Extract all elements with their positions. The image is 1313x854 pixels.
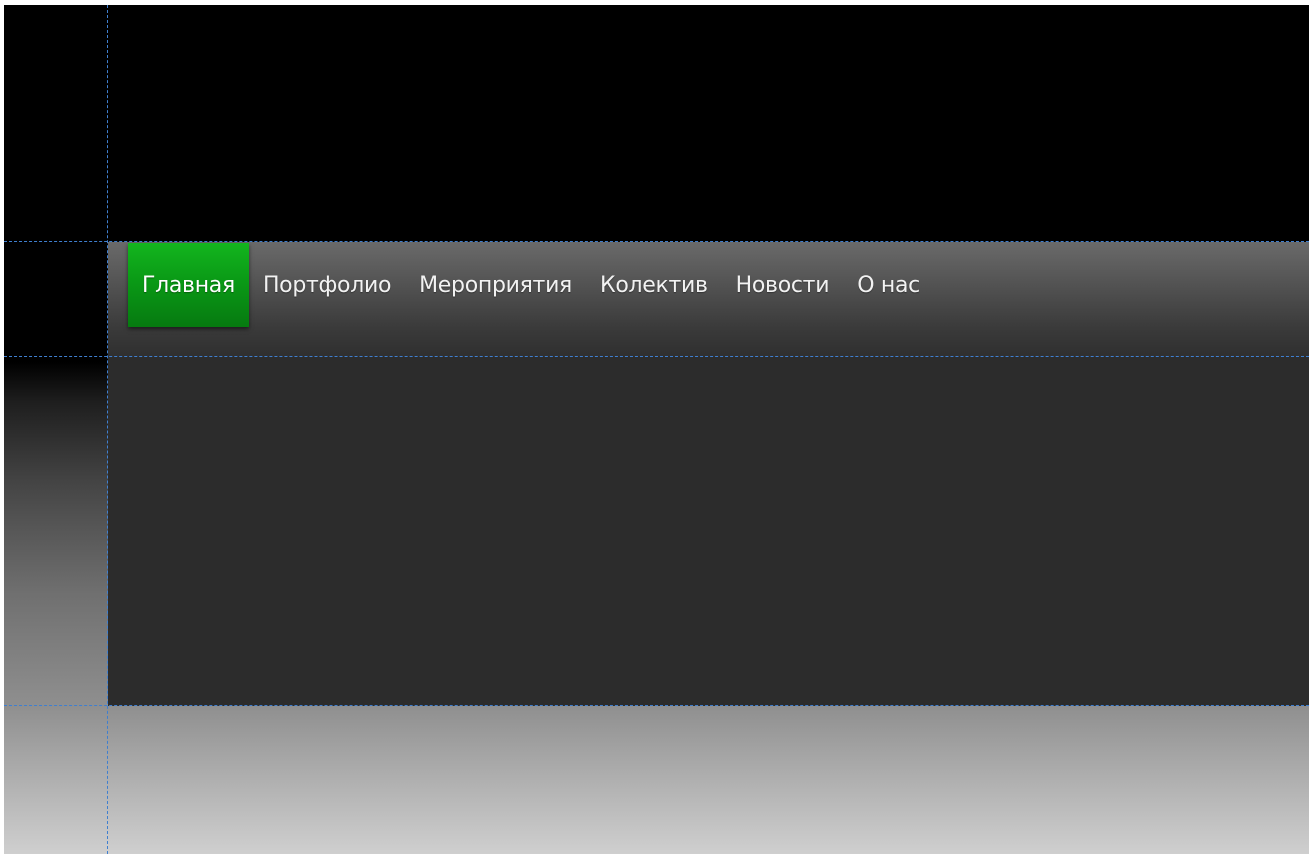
main-menu: Главная Портфолио Мероприятия Колектив Н… bbox=[128, 243, 934, 327]
content-area bbox=[108, 357, 1309, 706]
menu-item-events[interactable]: Мероприятия bbox=[405, 243, 586, 327]
vertical-guide-line bbox=[107, 5, 108, 854]
menu-item-news[interactable]: Новости bbox=[722, 243, 844, 327]
menu-item-about[interactable]: О нас bbox=[843, 243, 934, 327]
left-gradient-strip bbox=[4, 242, 108, 706]
horizontal-guide-line bbox=[4, 705, 1309, 706]
design-canvas: Главная Портфолио Мероприятия Колектив Н… bbox=[4, 5, 1309, 854]
footer-gradient-area bbox=[4, 706, 1309, 854]
menu-item-home[interactable]: Главная bbox=[128, 243, 249, 327]
header-area bbox=[4, 5, 1309, 242]
horizontal-guide-line bbox=[4, 356, 1309, 357]
menu-item-team[interactable]: Колектив bbox=[586, 243, 722, 327]
horizontal-guide-line bbox=[4, 241, 1309, 242]
menu-item-portfolio[interactable]: Портфолио bbox=[249, 243, 405, 327]
